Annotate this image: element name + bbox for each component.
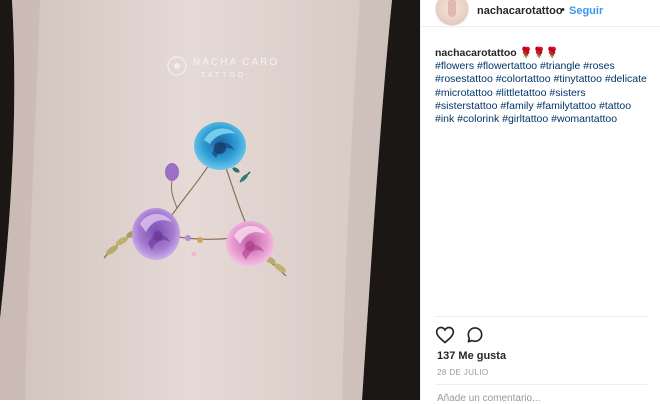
watermark-sub: TATTOO [201,72,246,79]
post-photo[interactable]: NACHA CARO TATTOO [0,0,420,400]
separator-dot: • [561,4,565,16]
pink-rose [226,221,274,267]
post-date[interactable]: 28 DE JULIO [437,368,489,377]
post-sidebar: nachacarotattoo • Seguir nachacarotattoo… [420,0,660,404]
username-link[interactable]: nachacarotattoo [477,5,563,17]
divider [435,316,647,317]
follow-button[interactable]: Seguir [569,5,603,17]
purple-rose [132,208,180,260]
caption-emoji: 🌹🌹🌹 [519,47,559,59]
divider [435,384,647,385]
comment-input[interactable]: Añade un comentario... [437,393,540,404]
blue-rose [194,122,246,170]
likes-count[interactable]: 137 Me gusta [437,350,506,362]
post-caption: nachacarotattoo 🌹🌹🌹 #flowers #flowertatt… [435,47,649,126]
comment-icon[interactable] [465,325,485,345]
post-header: nachacarotattoo • Seguir [421,0,660,27]
caption-username-link[interactable]: nachacarotattoo [435,47,517,59]
avatar[interactable] [435,0,469,26]
heart-icon[interactable] [435,325,455,345]
tattoo-image: NACHA CARO TATTOO [0,0,420,400]
watermark-name: NACHA CARO [193,57,279,68]
caption-hashtags[interactable]: #flowers #flowertattoo #triangle #roses … [435,60,647,125]
